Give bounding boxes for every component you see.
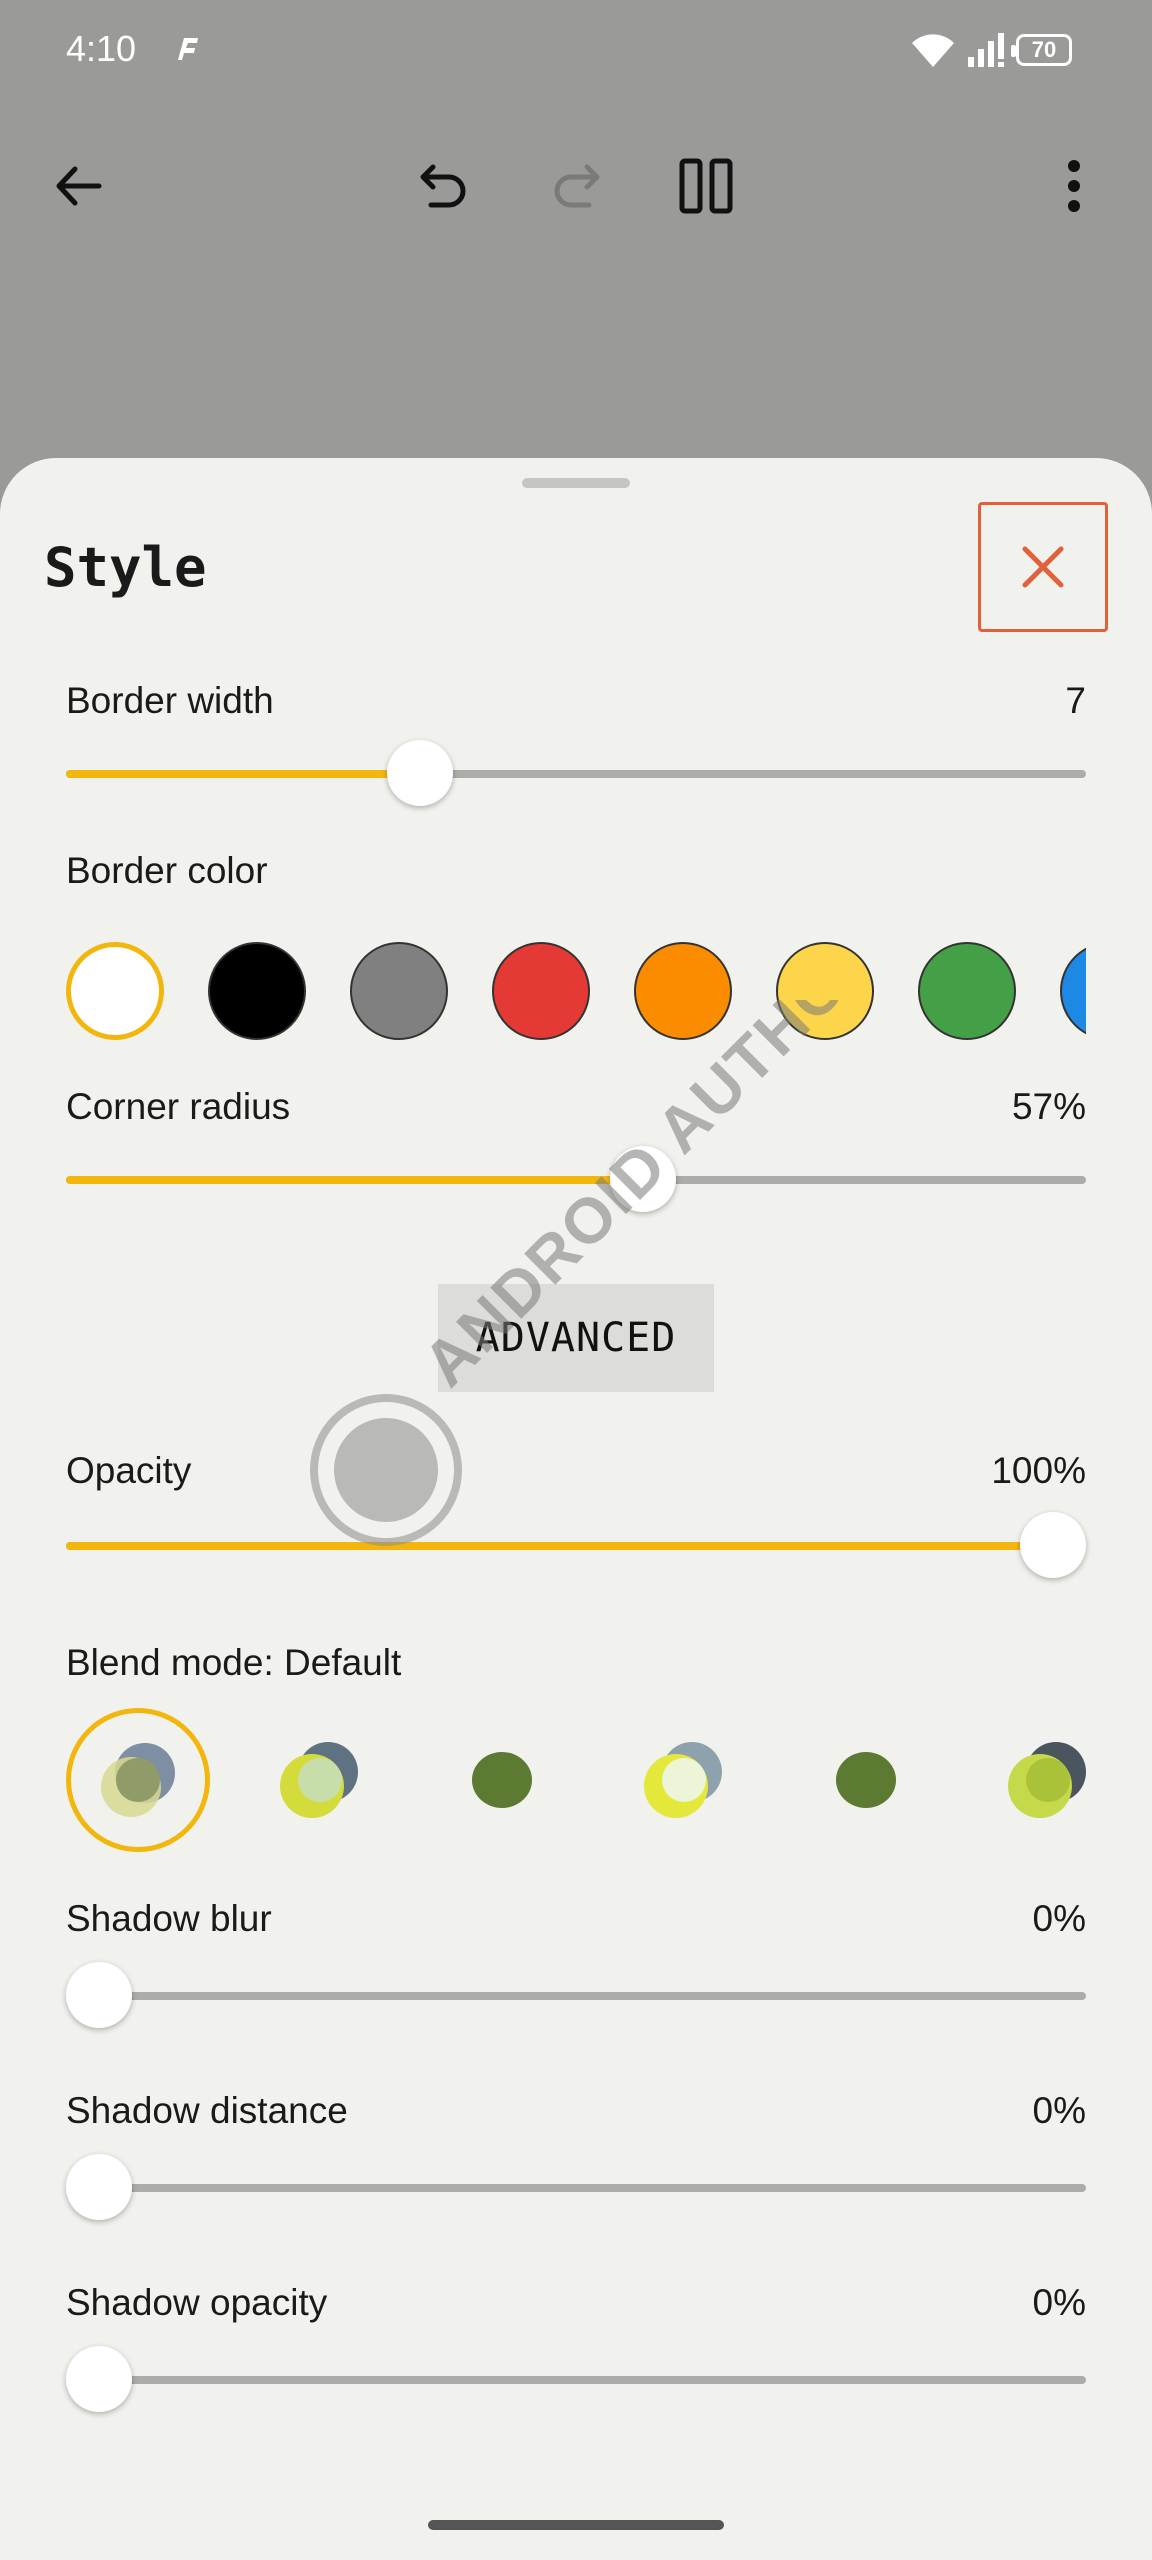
color-swatch[interactable] — [208, 942, 306, 1040]
corner-radius-slider[interactable] — [66, 1144, 1086, 1214]
shadow-blur-value: 0% — [1032, 1898, 1086, 1939]
battery-level: 70 — [1031, 37, 1057, 62]
arrow-left-icon — [56, 166, 102, 206]
undo-icon — [420, 164, 466, 208]
blend-lighten-icon — [280, 1742, 358, 1818]
shadow-blur-label: Shadow blur — [66, 1898, 272, 1939]
more-vertical-icon — [1068, 160, 1080, 212]
undo-button[interactable] — [408, 150, 480, 222]
color-swatch[interactable] — [350, 942, 448, 1040]
editor-toolbar — [0, 130, 1152, 240]
corner-radius-value: 57% — [1011, 1086, 1086, 1127]
slider-thumb[interactable] — [1020, 1512, 1086, 1578]
slider-fill — [66, 1542, 1053, 1550]
opacity-slider[interactable] — [66, 1510, 1086, 1580]
slider-fill — [66, 770, 420, 778]
border-color-swatches — [66, 928, 1086, 1048]
opacity-label: Opacity — [66, 1450, 192, 1491]
status-time: 4:10 — [66, 28, 137, 69]
redo-button[interactable] — [540, 150, 612, 222]
border-width-slider[interactable] — [66, 738, 1086, 808]
redo-icon — [554, 164, 600, 208]
slider-thumb[interactable] — [66, 2346, 132, 2412]
blend-mode-label: Blend mode: Default — [66, 1642, 402, 1683]
slider-thumb[interactable] — [609, 1146, 676, 1212]
color-swatch[interactable] — [918, 942, 1016, 1040]
blend-screen-icon — [644, 1742, 722, 1818]
color-swatch[interactable] — [634, 942, 732, 1040]
blend-option-overlay[interactable] — [976, 1708, 1086, 1852]
color-swatch[interactable] — [492, 942, 590, 1040]
border-width-label: Border width — [66, 680, 274, 721]
slider-thumb[interactable] — [386, 740, 453, 806]
close-icon — [1022, 546, 1064, 588]
blend-overlay-icon — [1008, 1742, 1086, 1818]
shadow-distance-label: Shadow distance — [66, 2090, 348, 2131]
advanced-button[interactable]: ADVANCED — [438, 1284, 714, 1392]
app-notification-icon — [178, 38, 198, 60]
more-options-button[interactable] — [1038, 150, 1110, 222]
shadow-opacity-slider[interactable] — [66, 2344, 1086, 2414]
slider-thumb[interactable] — [66, 2154, 132, 2220]
shadow-distance-slider[interactable] — [66, 2152, 1086, 2222]
color-swatch[interactable] — [1060, 942, 1086, 1040]
close-button[interactable] — [978, 502, 1108, 632]
status-bar: 4:10 70 — [0, 0, 1152, 100]
blend-default-icon — [101, 1743, 175, 1817]
style-sheet: Style Border width 7 Border color Corner… — [0, 458, 1152, 2560]
blend-multiply-icon — [472, 1752, 532, 1808]
border-color-label: Border color — [66, 850, 268, 891]
blend-option-darken[interactable] — [794, 1708, 938, 1852]
color-swatch[interactable] — [66, 942, 164, 1040]
blend-option-lighten[interactable] — [248, 1708, 392, 1852]
blend-option-default[interactable] — [66, 1708, 210, 1852]
battery-icon: 70 — [1011, 34, 1072, 66]
slider-fill — [66, 1176, 643, 1184]
pause-button[interactable] — [670, 150, 742, 222]
shadow-blur-slider[interactable] — [66, 1960, 1086, 2030]
sheet-title: Style — [44, 536, 207, 599]
signal-icon — [968, 33, 1004, 67]
back-button[interactable] — [42, 150, 114, 222]
blend-mode-options — [66, 1708, 1086, 1858]
color-swatch[interactable] — [776, 942, 874, 1040]
border-width-value: 7 — [1065, 680, 1086, 721]
blend-darken-icon — [836, 1752, 896, 1808]
shadow-distance-value: 0% — [1032, 2090, 1086, 2131]
corner-radius-label: Corner radius — [66, 1086, 291, 1127]
home-indicator[interactable] — [428, 2520, 724, 2530]
blend-option-screen[interactable] — [612, 1708, 756, 1852]
shadow-opacity-label: Shadow opacity — [66, 2282, 328, 2323]
status-icons: 70 — [910, 26, 1072, 74]
slider-thumb[interactable] — [66, 1962, 132, 2028]
pause-icon — [679, 158, 733, 214]
shadow-opacity-value: 0% — [1032, 2282, 1086, 2323]
sheet-drag-handle[interactable] — [522, 478, 630, 488]
wifi-icon — [912, 34, 954, 67]
opacity-value: 100% — [991, 1450, 1086, 1491]
blend-option-multiply[interactable] — [430, 1708, 574, 1852]
